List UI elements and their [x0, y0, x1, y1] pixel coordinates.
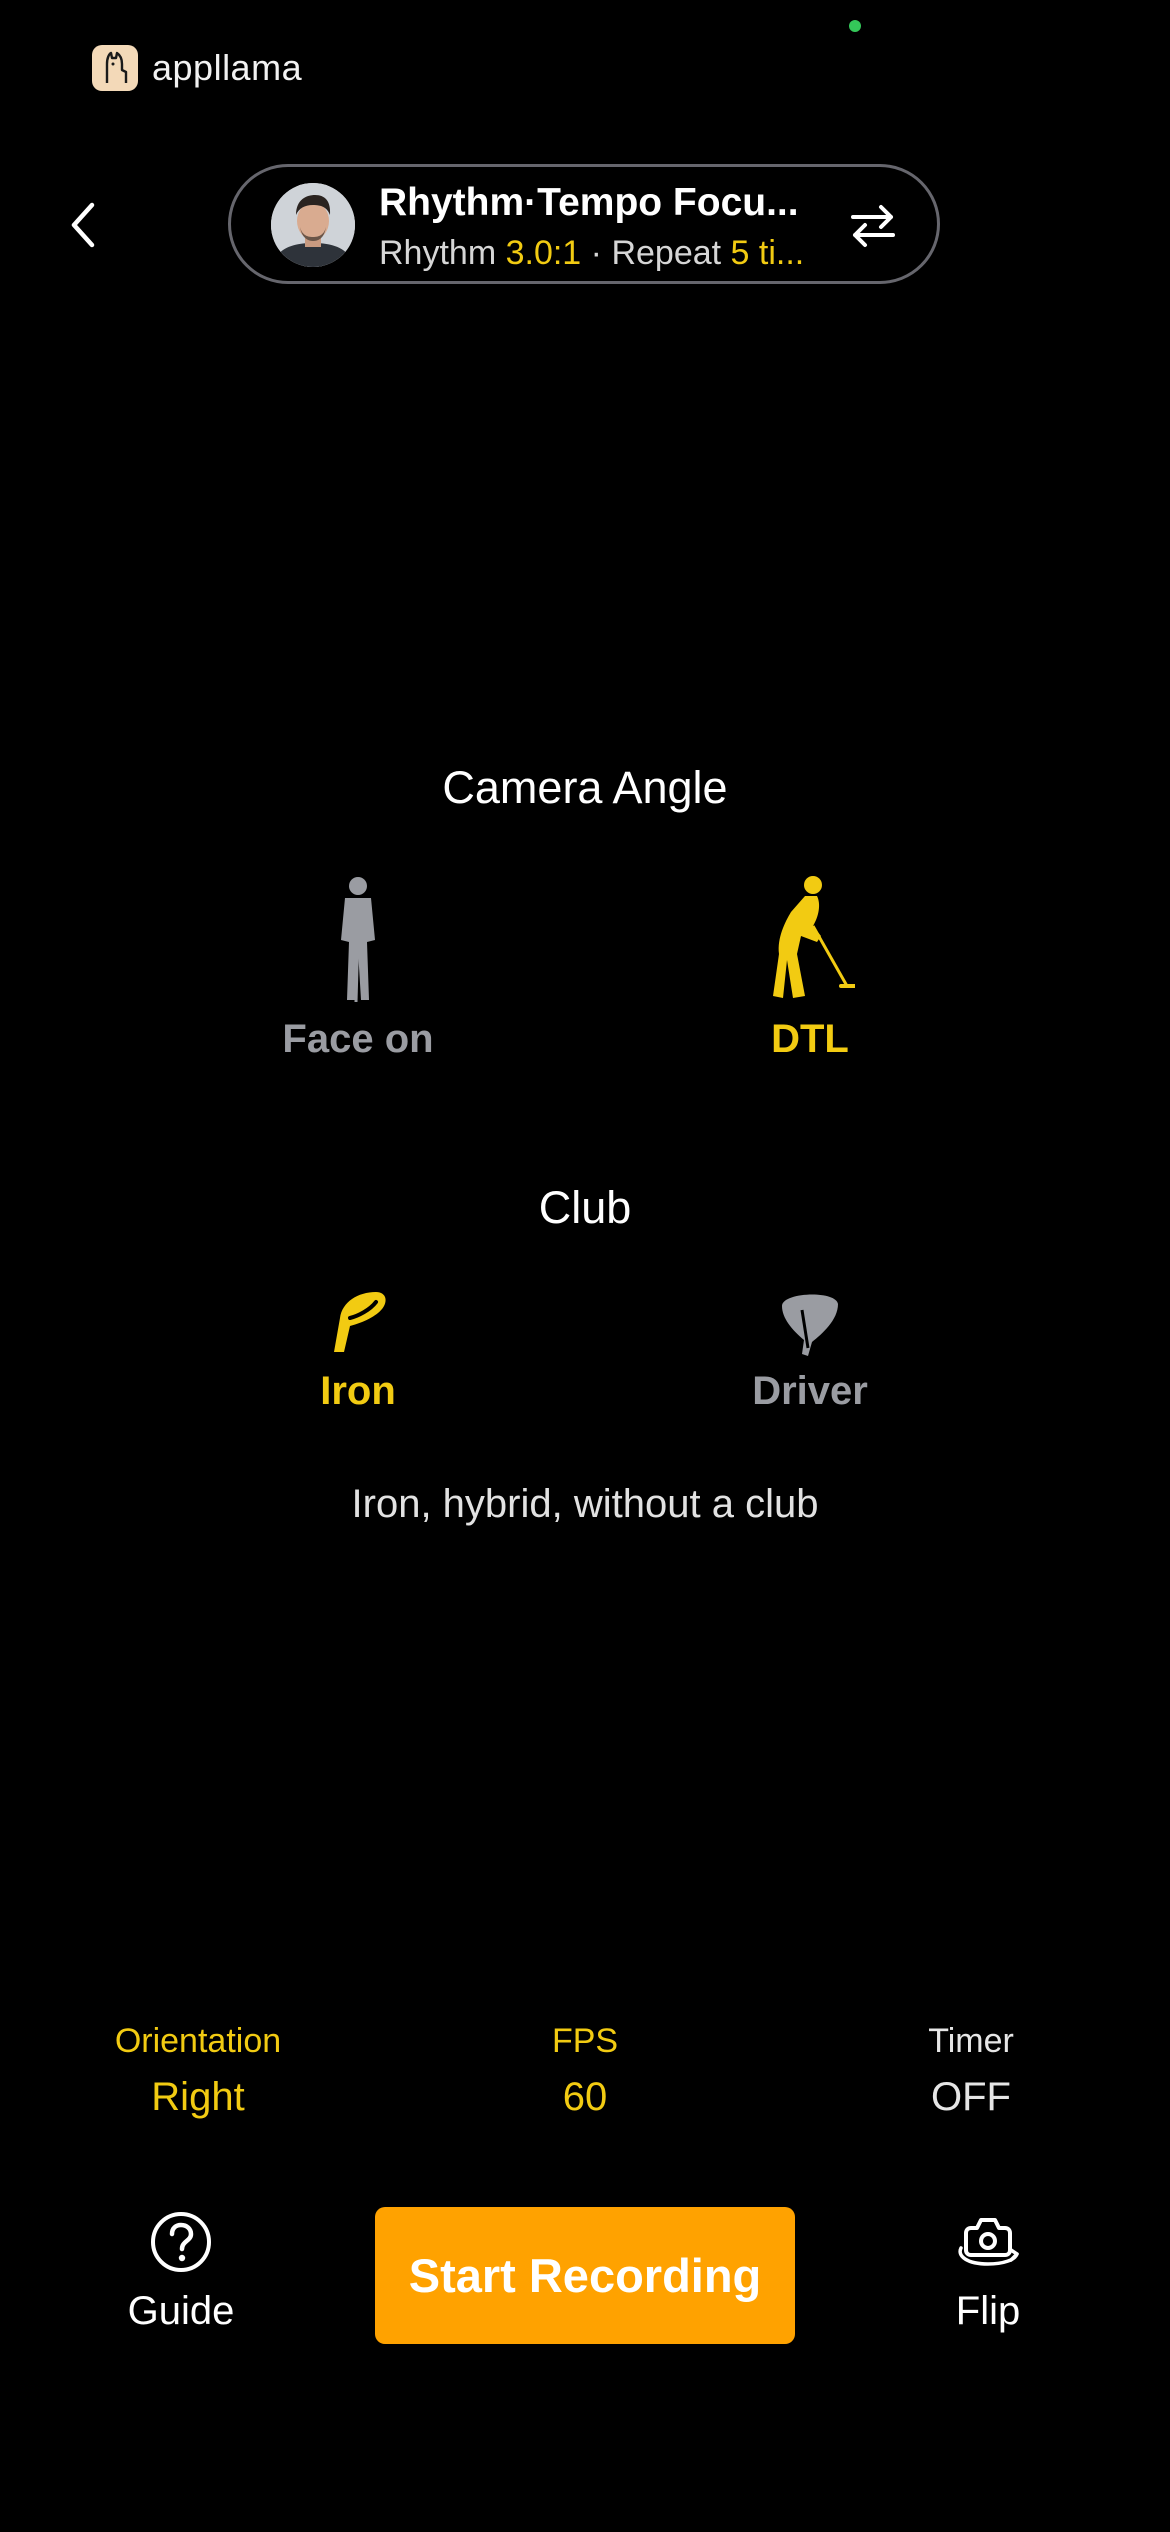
- driver-club-icon: [782, 1294, 838, 1356]
- iron-club-icon: [334, 1292, 386, 1352]
- repeat-value: 5 ti...: [730, 234, 805, 272]
- app-name: appllama: [152, 47, 303, 88]
- session-selector[interactable]: Rhythm·Tempo Focu... Rhythm 3.0:1 · Repe…: [228, 164, 940, 284]
- session-subtitle: Rhythm 3.0:1 · Repeat 5 ti...: [379, 234, 804, 273]
- switch-session-button[interactable]: [845, 197, 901, 253]
- start-recording-button[interactable]: Start Recording: [375, 2207, 795, 2344]
- coach-avatar: [271, 183, 355, 267]
- club-heading: Club: [538, 1182, 632, 1233]
- flip-camera-button[interactable]: Flip: [888, 2210, 1088, 2334]
- golfer-dtl-icon: [773, 876, 857, 998]
- orientation-value: Right: [151, 2075, 245, 2119]
- club-option-iron[interactable]: Iron: [208, 1288, 508, 1414]
- timer-value: OFF: [931, 2075, 1011, 2119]
- recording-indicator-dot: [849, 20, 861, 32]
- club-option-driver[interactable]: Driver: [660, 1288, 960, 1414]
- guide-label: Guide: [127, 2289, 235, 2333]
- club-option-label: Driver: [752, 1369, 868, 1413]
- orientation-setting[interactable]: Orientation Right: [48, 2022, 348, 2120]
- guide-button[interactable]: Guide: [81, 2210, 281, 2334]
- session-title: Rhythm·Tempo Focu...: [379, 181, 799, 224]
- camera-option-face-on[interactable]: Face on: [208, 876, 508, 1062]
- rhythm-label: Rhythm: [379, 234, 497, 272]
- golfer-face-on-icon: [341, 877, 375, 1003]
- chevron-left-icon: [71, 202, 95, 248]
- back-button[interactable]: [60, 195, 110, 255]
- app-logo: appllama: [92, 45, 302, 91]
- fps-setting[interactable]: FPS 60: [435, 2022, 735, 2120]
- fps-label: FPS: [551, 2022, 619, 2060]
- llama-icon: [92, 45, 138, 91]
- rhythm-value: 3.0:1: [505, 234, 582, 272]
- orientation-label: Orientation: [114, 2022, 282, 2060]
- camera-angle-heading: Camera Angle: [442, 762, 728, 813]
- help-circle-icon: [151, 2212, 211, 2272]
- camera-option-label: Face on: [282, 1017, 434, 1061]
- club-description: Iron, hybrid, without a club: [351, 1482, 819, 1526]
- flip-label: Flip: [955, 2289, 1021, 2333]
- timer-setting[interactable]: Timer OFF: [821, 2022, 1121, 2120]
- camera-option-label: DTL: [771, 1017, 849, 1061]
- repeat-label: Repeat: [611, 234, 722, 272]
- separator-dot: ·: [590, 234, 602, 272]
- flip-camera-icon: [958, 2218, 1019, 2266]
- fps-value: 60: [562, 2075, 608, 2119]
- club-option-label: Iron: [320, 1369, 396, 1413]
- timer-label: Timer: [928, 2022, 1014, 2060]
- camera-option-dtl[interactable]: DTL: [660, 876, 960, 1062]
- swap-arrows-icon: [851, 205, 895, 247]
